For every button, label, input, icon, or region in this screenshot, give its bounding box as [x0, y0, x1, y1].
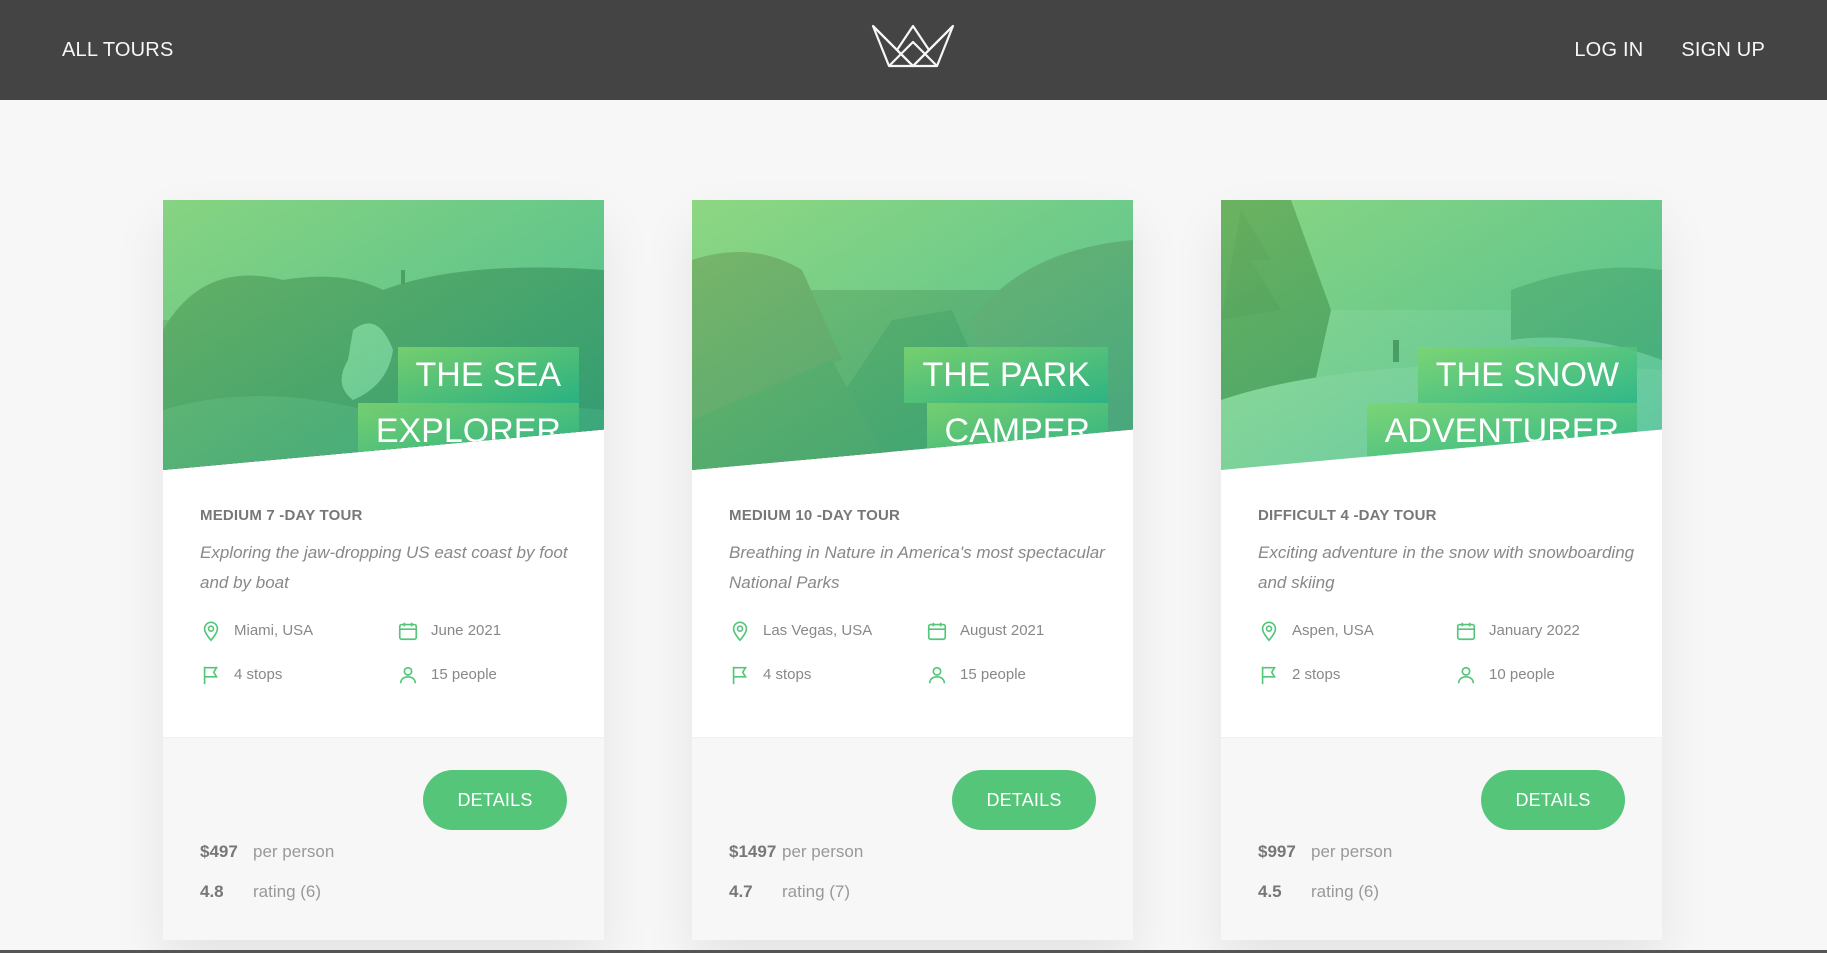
card-date: August 2021: [926, 620, 1106, 642]
card-date: January 2022: [1455, 620, 1635, 642]
rating-label: rating (6): [253, 882, 322, 901]
card-rating: 4.8 rating (6): [200, 882, 321, 902]
user-icon: [926, 664, 948, 686]
user-nav: LOG IN SIGN UP: [1574, 39, 1765, 62]
calendar-icon: [397, 620, 419, 642]
card-header: THE PARK CAMPER: [692, 200, 1133, 470]
card-price: $997 per person: [1258, 842, 1392, 862]
card-footer: DETAILS $997 per person 4.5 rating (6): [1221, 737, 1662, 940]
map-pin-icon: [200, 620, 222, 642]
calendar-icon: [1455, 620, 1477, 642]
card-subheading: DIFFICULT 4 -DAY TOUR: [1258, 507, 1437, 524]
user-icon: [397, 664, 419, 686]
card-header: THE SNOW ADVENTURER: [1221, 200, 1662, 470]
rating-value: 4.8: [200, 882, 224, 901]
card-rating: 4.7 rating (7): [729, 882, 850, 902]
card-description: Exciting adventure in the snow with snow…: [1258, 543, 1635, 592]
card-footer: DETAILS $497 per person 4.8 rating (6): [163, 737, 604, 940]
card-date: June 2021: [397, 620, 577, 642]
user-icon: [1455, 664, 1477, 686]
card-data-grid: Las Vegas, USA August 2021 4 stops 15 pe…: [729, 620, 1096, 686]
map-pin-icon: [1258, 620, 1280, 642]
tour-card: THE PARK CAMPER MEDIUM 10 -DAY TOUR Breat…: [692, 200, 1133, 940]
price-value: $1497: [729, 842, 777, 861]
price-label: per person: [782, 842, 864, 861]
rating-label: rating (7): [782, 882, 851, 901]
nav-all-tours-link[interactable]: ALL TOURS: [62, 39, 173, 62]
flag-icon: [729, 664, 751, 686]
card-footer: DETAILS $1497 per person 4.7 rating (7): [692, 737, 1133, 940]
card-subheading: MEDIUM 7 -DAY TOUR: [200, 507, 363, 524]
card-stops: 4 stops: [729, 664, 926, 686]
card-location: Las Vegas, USA: [729, 620, 926, 642]
card-location: Aspen, USA: [1258, 620, 1455, 642]
details-button[interactable]: DETAILS: [1481, 770, 1625, 830]
price-label: per person: [1311, 842, 1393, 861]
nav-login-link[interactable]: LOG IN: [1574, 39, 1643, 62]
card-heading: THE PARK CAMPER: [777, 347, 1108, 460]
card-heading: THE SEA EXPLORER: [248, 347, 579, 460]
price-value: $497: [200, 842, 238, 861]
price-label: per person: [253, 842, 335, 861]
card-rating: 4.5 rating (6): [1258, 882, 1379, 902]
card-price: $497 per person: [200, 842, 334, 862]
card-details: MEDIUM 10 -DAY TOUR Breathing in Nature …: [692, 470, 1133, 686]
site-header: ALL TOURS LOG IN SIGN UP: [0, 0, 1827, 100]
rating-value: 4.5: [1258, 882, 1282, 901]
tour-card-container: THE SEA EXPLORER MEDIUM 7 -DAY TOUR Explo…: [163, 200, 1662, 940]
details-button[interactable]: DETAILS: [952, 770, 1096, 830]
card-details: DIFFICULT 4 -DAY TOUR Exciting adventure…: [1221, 470, 1662, 686]
card-stops: 2 stops: [1258, 664, 1455, 686]
card-data-grid: Aspen, USA January 2022 2 stops 10 peopl…: [1258, 620, 1625, 686]
card-location: Miami, USA: [200, 620, 397, 642]
card-stops: 4 stops: [200, 664, 397, 686]
map-pin-icon: [729, 620, 751, 642]
card-description: Breathing in Nature in America's most sp…: [729, 543, 1105, 592]
natours-logo-icon[interactable]: [869, 22, 957, 70]
card-people: 15 people: [397, 664, 577, 686]
tour-card: THE SNOW ADVENTURER DIFFICULT 4 -DAY TOUR…: [1221, 200, 1662, 940]
card-header: THE SEA EXPLORER: [163, 200, 604, 470]
flag-icon: [200, 664, 222, 686]
tour-card: THE SEA EXPLORER MEDIUM 7 -DAY TOUR Explo…: [163, 200, 604, 940]
rating-label: rating (6): [1311, 882, 1380, 901]
card-description: Exploring the jaw-dropping US east coast…: [200, 543, 568, 592]
card-heading: THE SNOW ADVENTURER: [1306, 347, 1637, 460]
price-value: $997: [1258, 842, 1296, 861]
nav-signup-link[interactable]: SIGN UP: [1681, 39, 1765, 62]
card-data-grid: Miami, USA June 2021 4 stops 15 people: [200, 620, 567, 686]
card-people: 10 people: [1455, 664, 1635, 686]
flag-icon: [1258, 664, 1280, 686]
rating-value: 4.7: [729, 882, 753, 901]
card-people: 15 people: [926, 664, 1106, 686]
calendar-icon: [926, 620, 948, 642]
details-button[interactable]: DETAILS: [423, 770, 567, 830]
card-details: MEDIUM 7 -DAY TOUR Exploring the jaw-dro…: [163, 470, 604, 686]
card-price: $1497 per person: [729, 842, 863, 862]
card-subheading: MEDIUM 10 -DAY TOUR: [729, 507, 901, 524]
